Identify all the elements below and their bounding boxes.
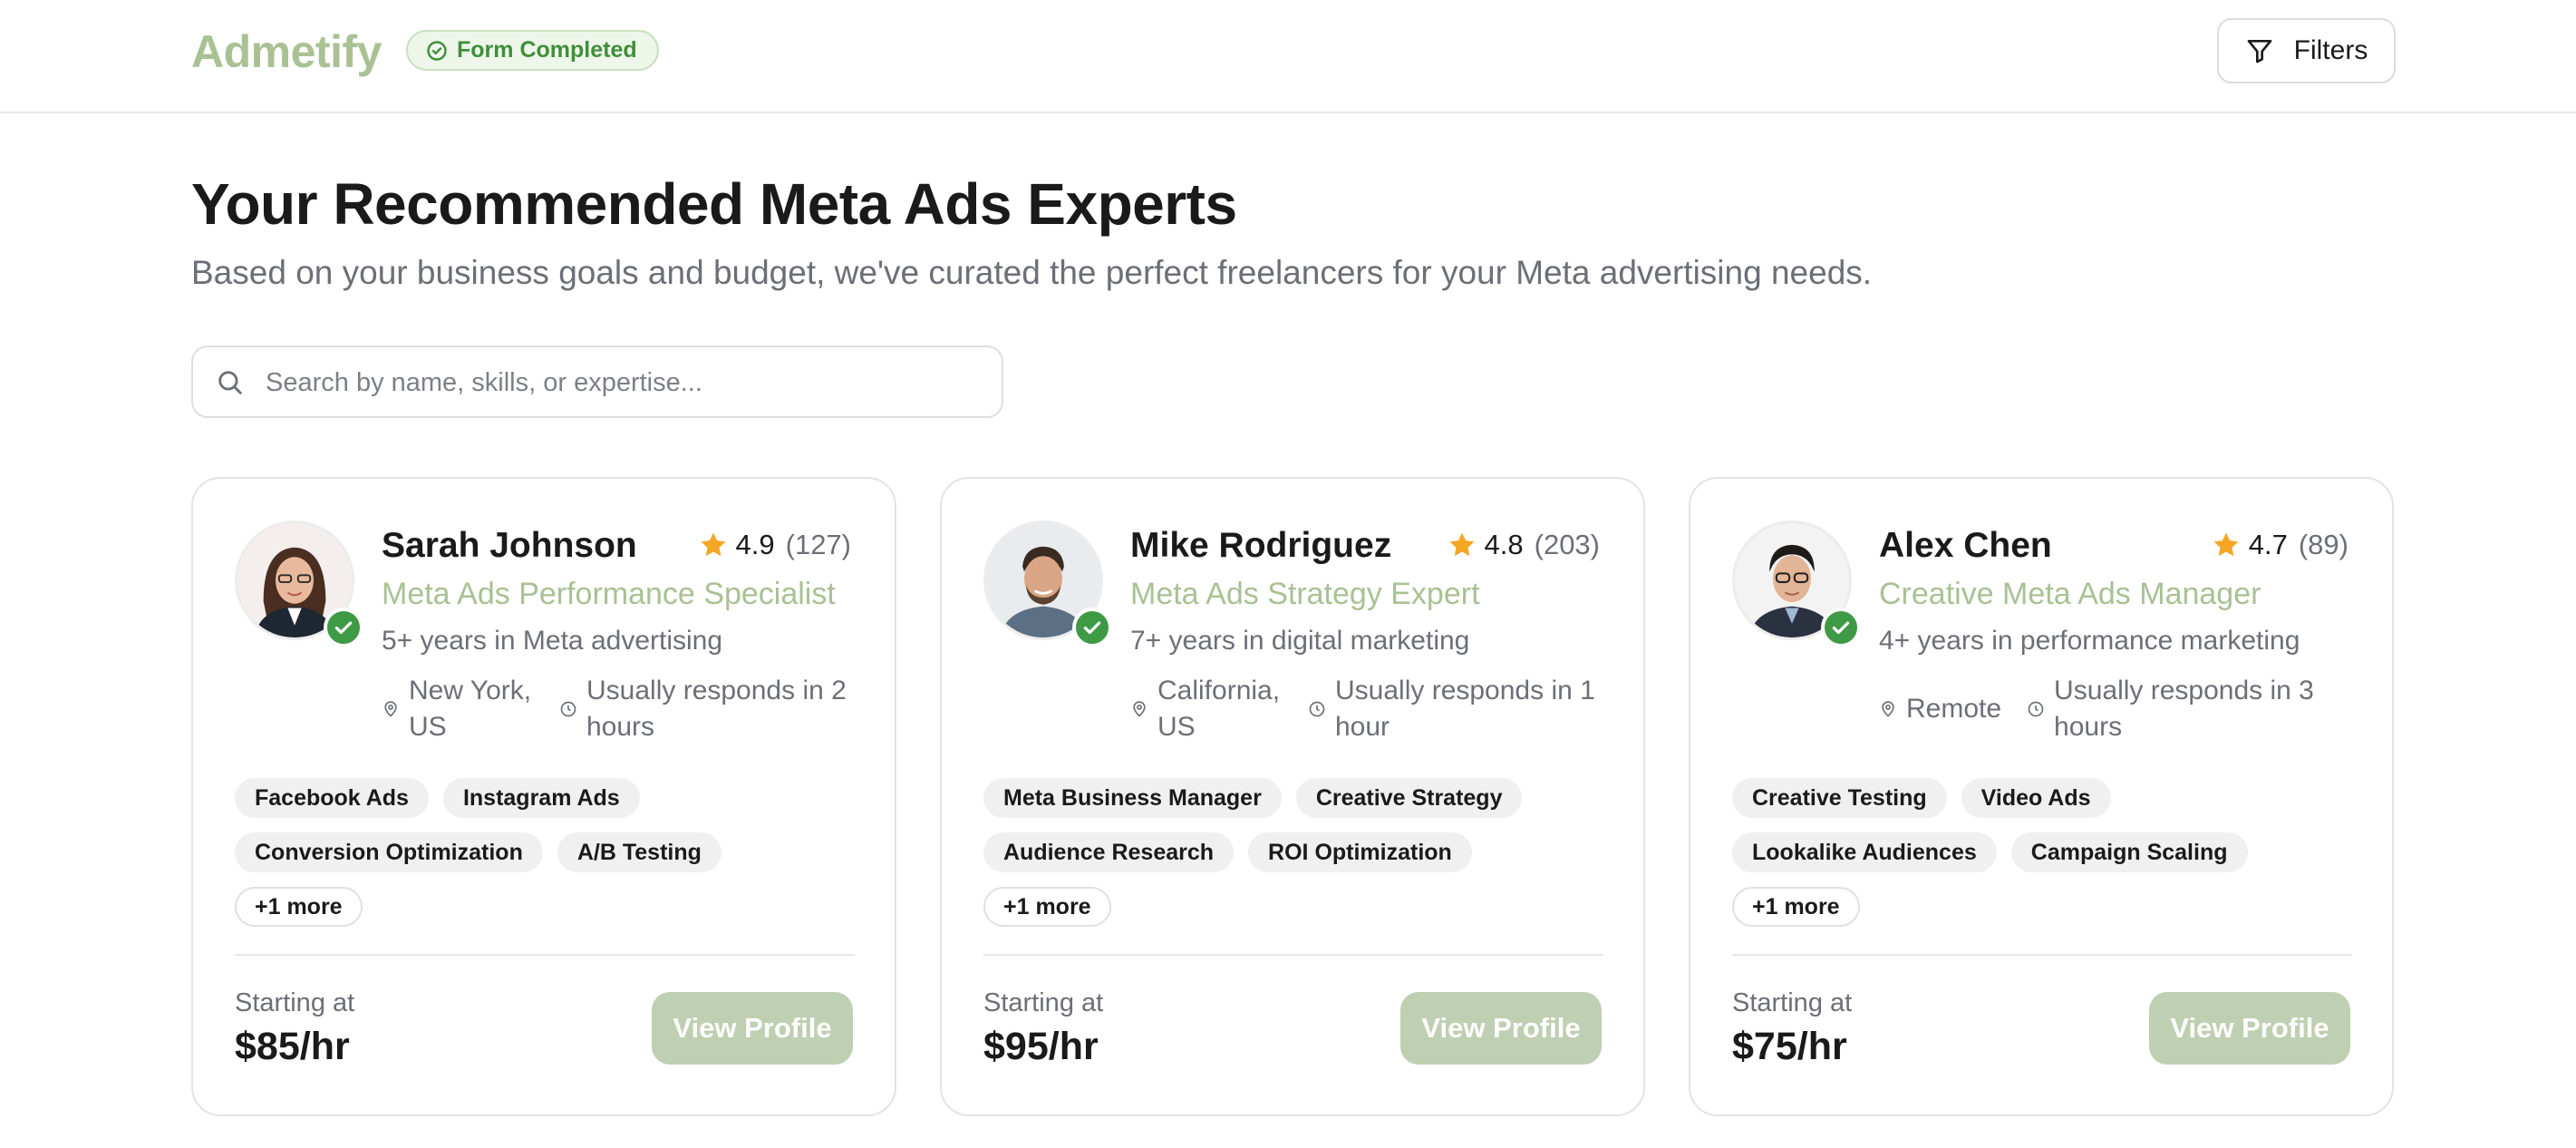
star-icon xyxy=(701,532,725,557)
skill-tag: Creative Testing xyxy=(1732,778,1947,818)
skill-tag: A/B Testing xyxy=(557,832,721,872)
check-icon xyxy=(1832,621,1850,635)
top-header: Admetify Form Completed Filters xyxy=(0,0,2576,113)
price-label: Starting at xyxy=(235,988,355,1017)
price: $95/hr xyxy=(983,1025,1099,1068)
filter-icon xyxy=(2247,40,2271,63)
page-subtitle: Based on your business goals and budget,… xyxy=(191,254,1873,291)
expert-meta: Remote Usually responds in 3 hours xyxy=(1879,673,2368,745)
price: $85/hr xyxy=(235,1025,350,1068)
skill-tag: ROI Optimization xyxy=(1248,832,1472,872)
page-title: Your Recommended Meta Ads Experts xyxy=(191,171,1237,237)
response-text: Usually responds in 1 hour xyxy=(1335,676,1595,742)
skill-tags: Creative Testing Video Ads Lookalike Aud… xyxy=(1732,778,2358,927)
map-pin-icon xyxy=(384,701,397,717)
view-profile-button[interactable]: View Profile xyxy=(2149,992,2350,1065)
response-time: Usually responds in 3 hours xyxy=(2027,673,2335,745)
rating: 4.8 (203) xyxy=(1447,529,1600,561)
rating: 4.7 (89) xyxy=(2211,529,2348,561)
divider xyxy=(983,954,1603,956)
expert-experience: 7+ years in digital marketing xyxy=(1130,626,1470,656)
expert-meta: New York, US Usually responds in 2 hours xyxy=(382,673,871,745)
check-icon xyxy=(1083,621,1101,635)
avatar-container xyxy=(983,520,1112,647)
skill-tag: Campaign Scaling xyxy=(2010,832,2248,872)
view-profile-button[interactable]: View Profile xyxy=(1400,992,1602,1065)
skill-tag: Conversion Optimization xyxy=(235,832,543,872)
expert-meta: California, US Usually responds in 1 hou… xyxy=(1130,673,1620,745)
search-icon xyxy=(218,371,242,394)
divider xyxy=(1732,954,2352,956)
verified-badge xyxy=(1821,608,1861,647)
expert-experience: 5+ years in Meta advertising xyxy=(382,626,723,656)
response-text: Usually responds in 3 hours xyxy=(2054,676,2314,742)
clock-icon xyxy=(1309,701,1325,717)
response-time: Usually responds in 1 hour xyxy=(1308,673,1616,745)
verified-badge xyxy=(324,608,363,647)
response-text: Usually responds in 2 hours xyxy=(586,676,847,742)
skill-tag: Video Ads xyxy=(1961,778,2111,818)
more-tags-button[interactable]: +1 more xyxy=(983,887,1111,927)
check-circle-icon xyxy=(427,40,447,61)
skill-tags: Meta Business Manager Creative Strategy … xyxy=(983,778,1609,927)
rating: 4.9 (127) xyxy=(698,529,851,561)
filters-button[interactable]: Filters xyxy=(2217,18,2396,83)
skill-tag: Lookalike Audiences xyxy=(1732,832,1997,872)
star-icon xyxy=(1449,532,1474,557)
expert-role: Creative Meta Ads Manager xyxy=(1879,577,2261,611)
price-label: Starting at xyxy=(983,988,1104,1017)
skill-tags: Facebook Ads Instagram Ads Conversion Op… xyxy=(235,778,860,927)
location: California, US xyxy=(1130,673,1283,745)
expert-name[interactable]: Alex Chen xyxy=(1879,526,2052,566)
verified-badge xyxy=(1072,608,1112,647)
star-icon xyxy=(2213,532,2239,557)
clock-icon xyxy=(2028,701,2044,717)
price: $75/hr xyxy=(1732,1025,1847,1068)
skill-tag: Meta Business Manager xyxy=(983,778,1282,818)
more-tags-button[interactable]: +1 more xyxy=(1732,887,1860,927)
expert-card: Mike Rodriguez 4.8 (203) Meta Ads Strate… xyxy=(940,477,1645,1116)
expert-card: Alex Chen 4.7 (89) Creative Meta Ads Man… xyxy=(1689,477,2394,1116)
badge-label: Form Completed xyxy=(457,37,637,63)
map-pin-icon xyxy=(1882,701,1894,717)
rating-score: 4.8 xyxy=(1484,529,1524,560)
location: Remote xyxy=(1879,691,2001,727)
expert-name[interactable]: Sarah Johnson xyxy=(382,526,637,566)
location: New York, US xyxy=(382,673,534,745)
price-label: Starting at xyxy=(1732,988,1853,1017)
view-profile-button[interactable]: View Profile xyxy=(652,992,853,1065)
clock-icon xyxy=(560,701,576,717)
location-text: Remote xyxy=(1906,694,2002,724)
form-completed-badge: Form Completed xyxy=(406,30,659,71)
expert-name[interactable]: Mike Rodriguez xyxy=(1130,526,1391,566)
expert-role: Meta Ads Performance Specialist xyxy=(382,577,836,611)
review-count: (127) xyxy=(785,529,851,560)
location-text: New York, US xyxy=(409,676,532,742)
more-tags-button[interactable]: +1 more xyxy=(235,887,363,927)
location-text: California, US xyxy=(1157,676,1281,742)
filters-label: Filters xyxy=(2293,35,2368,65)
expert-experience: 4+ years in performance marketing xyxy=(1879,626,2300,656)
skill-tag: Audience Research xyxy=(983,832,1235,872)
response-time: Usually responds in 2 hours xyxy=(559,673,867,745)
skill-tag: Instagram Ads xyxy=(442,778,640,818)
expert-card: Sarah Johnson 4.9 (127) Meta Ads Perform… xyxy=(191,477,896,1116)
map-pin-icon xyxy=(1133,701,1146,717)
search-input[interactable] xyxy=(266,358,982,407)
skill-tag: Facebook Ads xyxy=(235,778,429,818)
review-count: (89) xyxy=(2298,529,2348,560)
search-box[interactable] xyxy=(191,345,1003,418)
avatar-container xyxy=(1732,520,1861,647)
rating-score: 4.9 xyxy=(735,529,775,560)
check-icon xyxy=(334,621,353,635)
avatar-container xyxy=(235,520,363,647)
rating-score: 4.7 xyxy=(2248,529,2288,560)
logo[interactable]: Admetify xyxy=(191,25,382,78)
review-count: (203) xyxy=(1534,529,1600,560)
expert-role: Meta Ads Strategy Expert xyxy=(1130,577,1480,611)
divider xyxy=(235,954,855,956)
skill-tag: Creative Strategy xyxy=(1295,778,1523,818)
